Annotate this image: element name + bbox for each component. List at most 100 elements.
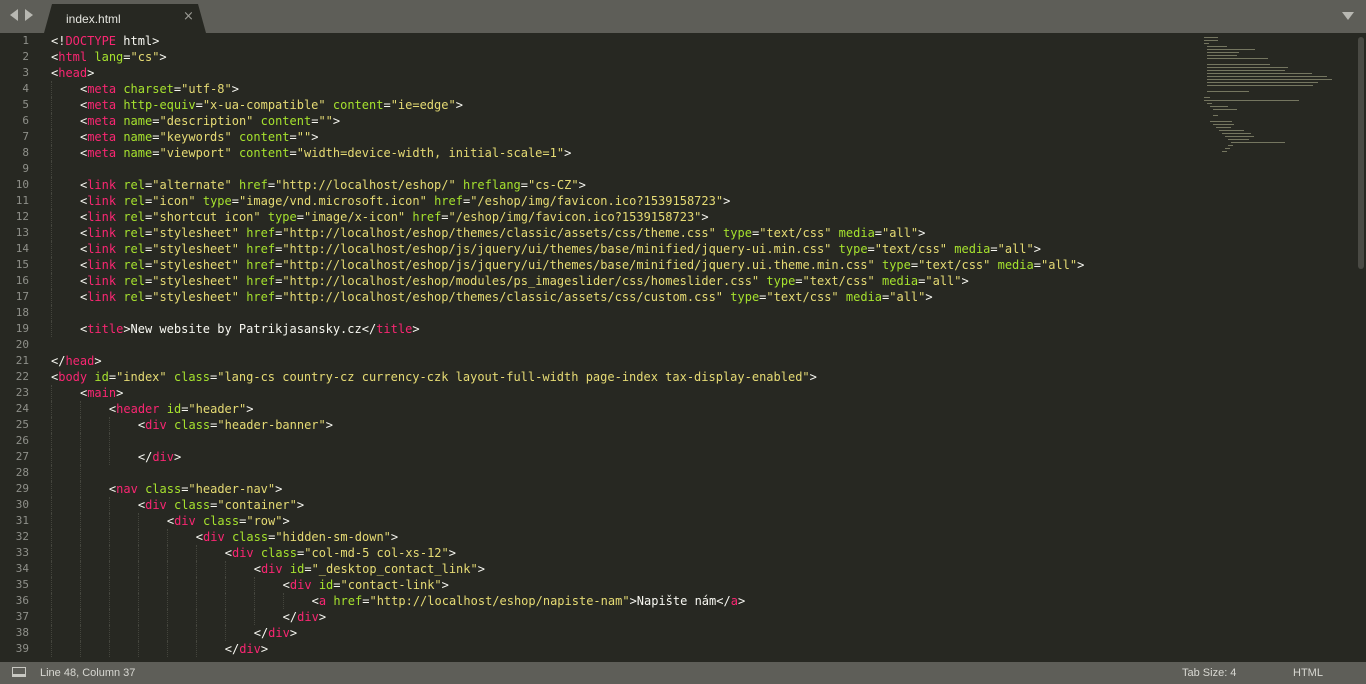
code-line[interactable]: 38 </div> bbox=[0, 625, 1200, 641]
code-line[interactable]: 33 <div class="col-md-5 col-xs-12"> bbox=[0, 545, 1200, 561]
code-line[interactable]: 6 <meta name="description" content=""> bbox=[0, 113, 1200, 129]
minimap-line bbox=[1219, 130, 1245, 131]
code-line[interactable]: 15 <link rel="stylesheet" href="http://lo… bbox=[0, 257, 1200, 273]
code-token: type bbox=[881, 258, 911, 272]
line-number: 30 bbox=[15, 498, 29, 511]
tab-index-html[interactable]: index.html × bbox=[44, 4, 206, 33]
minimap-line bbox=[1207, 73, 1313, 74]
code-line[interactable]: 22 <body id="index" class="lang-cs countr… bbox=[0, 369, 1200, 385]
code-line[interactable]: 31 <div class="row"> bbox=[0, 513, 1200, 529]
code-line[interactable]: 29 <nav class="header-nav"> bbox=[0, 481, 1200, 497]
line-number: 35 bbox=[15, 578, 29, 591]
code-token: a bbox=[730, 594, 738, 608]
code-line[interactable]: 1 <!DOCTYPE html> bbox=[0, 33, 1200, 49]
indent-guide bbox=[166, 577, 168, 593]
indent-guide bbox=[224, 561, 226, 577]
line-content: <main> bbox=[80, 385, 123, 401]
code-token: "all" bbox=[1040, 258, 1078, 272]
arrow-left-icon[interactable] bbox=[10, 9, 18, 21]
code-line[interactable]: 19 <title>New website by Patrikjasansky.c… bbox=[0, 321, 1200, 337]
code-line[interactable]: 28 bbox=[0, 465, 1200, 481]
code-line[interactable]: 36 <a href="http://localhost/eshop/napist… bbox=[0, 593, 1200, 609]
indent-guide bbox=[224, 609, 226, 625]
code-line[interactable]: 10 <link rel="alternate" href="http://loc… bbox=[0, 177, 1200, 193]
code-line[interactable]: 12 <link rel="shortcut icon" type="image/… bbox=[0, 209, 1200, 225]
line-number: 17 bbox=[15, 290, 29, 303]
code-line[interactable]: 13 <link rel="stylesheet" href="http://lo… bbox=[0, 225, 1200, 241]
code-line[interactable]: 11 <link rel="icon" type="image/vnd.micro… bbox=[0, 193, 1200, 209]
code-line[interactable]: 4 <meta charset="utf-8"> bbox=[0, 81, 1200, 97]
code-line[interactable]: 14 <link rel="stylesheet" href="http://lo… bbox=[0, 241, 1200, 257]
line-number: 29 bbox=[15, 482, 29, 495]
code-token: </ bbox=[137, 450, 153, 464]
code-token: "http://localhost/eshop/themes/classic/a… bbox=[282, 290, 724, 304]
code-token: nav bbox=[116, 482, 138, 496]
code-line[interactable]: 9 bbox=[0, 161, 1200, 177]
code-token: > bbox=[174, 450, 182, 464]
tab-size-selector[interactable]: Tab Size: 4 bbox=[1182, 667, 1236, 679]
code-token: "all" bbox=[882, 226, 919, 240]
line-number: 37 bbox=[15, 610, 29, 623]
code-line[interactable]: 27 </div> bbox=[0, 449, 1200, 465]
code-line[interactable]: 20 bbox=[0, 337, 1200, 353]
chevron-down-icon[interactable] bbox=[1342, 12, 1354, 20]
console-icon[interactable] bbox=[12, 667, 26, 677]
indent-guide bbox=[79, 641, 81, 657]
code-line[interactable]: 34 <div id="_desktop_contact_link"> bbox=[0, 561, 1200, 577]
line-number: 26 bbox=[15, 434, 29, 447]
line-content: <link rel="stylesheet" href="http://loca… bbox=[80, 273, 969, 289]
code-token: media bbox=[845, 290, 883, 304]
indent-guide bbox=[79, 609, 81, 625]
code-view[interactable]: 1 <!DOCTYPE html> 2 <html lang="cs"> 3 <head>… bbox=[0, 33, 1200, 657]
line-number: 39 bbox=[15, 642, 29, 655]
line-number: 9 bbox=[22, 162, 29, 175]
code-token: class bbox=[174, 418, 211, 432]
arrow-right-icon[interactable] bbox=[25, 9, 33, 21]
minimap-line bbox=[1207, 85, 1314, 86]
code-line[interactable]: 30 <div class="container"> bbox=[0, 497, 1200, 513]
close-icon[interactable]: × bbox=[183, 9, 194, 24]
code-line[interactable]: 2 <html lang="cs"> bbox=[0, 49, 1200, 65]
code-line[interactable]: 23 <main> bbox=[0, 385, 1200, 401]
code-line[interactable]: 26 bbox=[0, 433, 1200, 449]
minimap[interactable] bbox=[1200, 33, 1356, 662]
code-line[interactable]: 24 <header id="header"> bbox=[0, 401, 1200, 417]
code-line[interactable]: 39 </div> bbox=[0, 641, 1200, 657]
code-line[interactable]: 25 <div class="header-banner"> bbox=[0, 417, 1200, 433]
code-line[interactable]: 5 <meta http-equiv="x-ua-compatible" cont… bbox=[0, 97, 1200, 113]
code-token: media bbox=[954, 242, 991, 256]
code-line[interactable]: 8 <meta name="viewport" content="width=de… bbox=[0, 145, 1200, 161]
minimap-line bbox=[1207, 58, 1269, 59]
scrollbar[interactable] bbox=[1358, 37, 1364, 269]
syntax-selector[interactable]: HTML bbox=[1293, 667, 1323, 679]
code-token: div bbox=[145, 418, 167, 432]
code-line[interactable]: 16 <link rel="stylesheet" href="http://lo… bbox=[0, 273, 1200, 289]
code-token: "row" bbox=[246, 514, 283, 528]
minimap-line bbox=[1207, 67, 1288, 68]
code-line[interactable]: 37 </div> bbox=[0, 609, 1200, 625]
code-line[interactable]: 21 </head> bbox=[0, 353, 1200, 369]
indent-guide bbox=[51, 257, 52, 273]
code-line[interactable]: 3 <head> bbox=[0, 65, 1200, 81]
line-number: 5 bbox=[22, 98, 29, 111]
code-line[interactable]: 32 <div class="hidden-sm-down"> bbox=[0, 529, 1200, 545]
indent-guide bbox=[51, 209, 52, 225]
code-line[interactable]: 35 <div id="contact-link"> bbox=[0, 577, 1200, 593]
code-line[interactable]: 18 bbox=[0, 305, 1200, 321]
code-line[interactable]: 17 <link rel="stylesheet" href="http://lo… bbox=[0, 289, 1200, 305]
line-content: </div> bbox=[138, 449, 181, 465]
minimap-line bbox=[1207, 91, 1250, 92]
code-token: > bbox=[296, 498, 305, 512]
minimap-line bbox=[1204, 43, 1210, 44]
indent-guide bbox=[166, 561, 168, 577]
code-editor[interactable]: 1 <!DOCTYPE html> 2 <html lang="cs"> 3 <head>… bbox=[0, 33, 1366, 662]
code-line[interactable]: 7 <meta name="keywords" content=""> bbox=[0, 129, 1200, 145]
indent-guide bbox=[51, 81, 52, 97]
code-token: "header-banner" bbox=[217, 418, 326, 432]
tab-bar: index.html × bbox=[0, 0, 1366, 33]
indent-guide bbox=[137, 513, 139, 529]
code-token: "image/vnd.microsoft.icon" bbox=[238, 194, 427, 208]
code-token: > bbox=[116, 386, 124, 400]
code-token: href bbox=[238, 178, 268, 192]
